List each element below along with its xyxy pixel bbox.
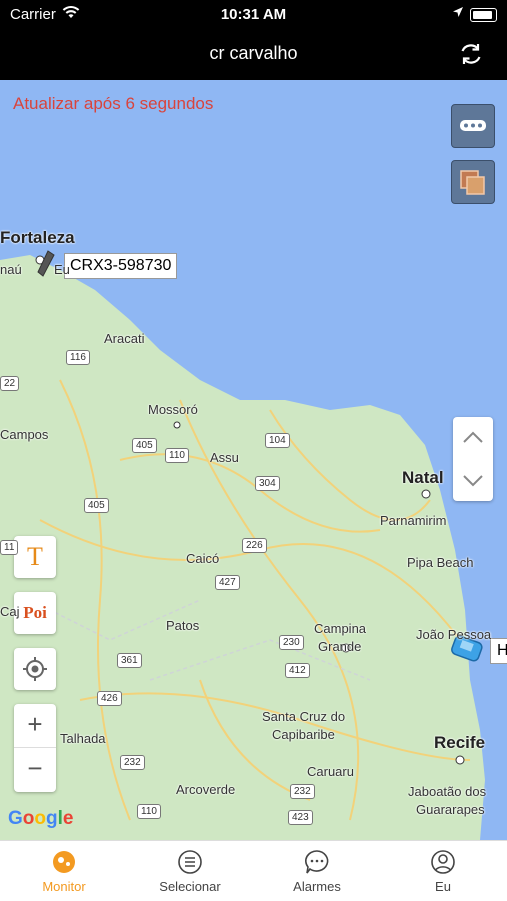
- tab-alarmes[interactable]: Alarmes: [267, 849, 367, 894]
- clock: 10:31 AM: [220, 6, 287, 23]
- text-tool-label: T: [27, 542, 43, 571]
- city-label: Grande: [318, 639, 362, 654]
- city-label: Mossoró: [148, 402, 198, 417]
- zoom-control: + −: [14, 704, 56, 792]
- city-label: Arcoverde: [176, 782, 236, 797]
- city-label: Assu: [210, 450, 239, 465]
- tab-bar: Monitor Selecionar Alarmes Eu: [0, 840, 507, 901]
- road-shield: 361: [117, 653, 142, 668]
- city-label: Parnamirim: [380, 513, 447, 528]
- map-view[interactable]: Atualizar após 6 segundos T Poi + − CRX3…: [0, 80, 507, 840]
- city-label: Talhada: [60, 731, 106, 746]
- page-title: cr carvalho: [209, 43, 298, 63]
- status-bar: Carrier 10:31 AM: [0, 0, 507, 28]
- locate-button[interactable]: [14, 648, 56, 690]
- vehicle2-label[interactable]: H: [490, 638, 507, 664]
- nav-bar: cr carvalho: [0, 28, 507, 80]
- road-shield: 423: [288, 810, 313, 825]
- refresh-icon[interactable]: [457, 40, 485, 68]
- city-label: Eu: [54, 262, 70, 277]
- road-shield: 405: [132, 438, 157, 453]
- tab-label: Selecionar: [159, 879, 221, 894]
- road-shield: 11: [0, 540, 19, 555]
- user-icon: [431, 850, 455, 874]
- city-label: Capibaribe: [272, 727, 335, 742]
- tab-eu[interactable]: Eu: [393, 849, 493, 894]
- city-label: João Pessoa: [416, 627, 492, 642]
- city-label: Guararapes: [416, 802, 485, 817]
- road-shield: 304: [255, 476, 280, 491]
- road-shield: 110: [137, 804, 161, 819]
- road-shield: 230: [279, 635, 304, 650]
- tab-monitor[interactable]: Monitor: [14, 849, 114, 894]
- tab-label: Eu: [435, 879, 451, 894]
- pan-control: [453, 417, 493, 501]
- tab-label: Monitor: [42, 879, 86, 894]
- city-label: Santa Cruz do: [262, 709, 346, 724]
- tab-selecionar[interactable]: Selecionar: [140, 849, 240, 894]
- map-layers-button[interactable]: [451, 160, 495, 204]
- more-options-button[interactable]: [451, 104, 495, 148]
- city-label: Patos: [166, 618, 200, 633]
- more-icon: [460, 120, 486, 131]
- monitor-icon: [53, 851, 75, 873]
- road-shield: 226: [242, 538, 267, 553]
- road-shield: 426: [97, 691, 122, 706]
- zoom-in-button[interactable]: +: [14, 704, 56, 748]
- city-label: Pipa Beach: [407, 555, 474, 570]
- road-shield: 232: [290, 784, 315, 799]
- city-label: Jaboatão dos: [408, 784, 487, 799]
- city-label: Aracati: [104, 331, 145, 346]
- road-shield: 427: [215, 575, 240, 590]
- text-tool-button[interactable]: T: [14, 536, 56, 578]
- road-shield: 232: [120, 755, 145, 770]
- city-label: Recife: [434, 733, 486, 752]
- map-base: [0, 255, 485, 840]
- road-shield: 22: [0, 376, 20, 391]
- chevron-up-icon[interactable]: [453, 417, 493, 459]
- road-shield: 412: [285, 663, 310, 678]
- tab-label: Alarmes: [293, 879, 341, 894]
- location-arrow-icon: [453, 7, 463, 17]
- city-label: Campina: [314, 621, 367, 636]
- poi-label: Poi: [23, 603, 47, 622]
- chevron-down-icon[interactable]: [453, 459, 493, 501]
- zoom-out-button[interactable]: −: [14, 748, 56, 791]
- road-shield: 110: [165, 448, 189, 463]
- chat-bubble-icon: [305, 850, 329, 874]
- city-label: Caicó: [186, 551, 220, 566]
- road-shield: 405: [84, 498, 109, 513]
- road-shield: 104: [265, 433, 290, 448]
- road-shield: 116: [66, 350, 90, 365]
- city-label: Campos: [0, 427, 49, 442]
- city-label: naú: [0, 262, 22, 277]
- refresh-countdown: Atualizar após 6 segundos: [13, 94, 214, 113]
- city-label: Fortaleza: [0, 228, 75, 247]
- city-label: Caruaru: [307, 764, 354, 779]
- city-label: Natal: [402, 468, 444, 487]
- list-icon: [178, 850, 202, 874]
- target-icon: [23, 657, 47, 681]
- vehicle-marker-icon[interactable]: [34, 250, 56, 278]
- google-logo: Google: [8, 808, 74, 829]
- vehicle-label[interactable]: CRX3-598730: [64, 253, 178, 279]
- layers-icon: [460, 170, 485, 195]
- poi-button[interactable]: Poi: [14, 592, 56, 634]
- battery-icon: [470, 8, 497, 22]
- city-label: Caj: [0, 604, 20, 619]
